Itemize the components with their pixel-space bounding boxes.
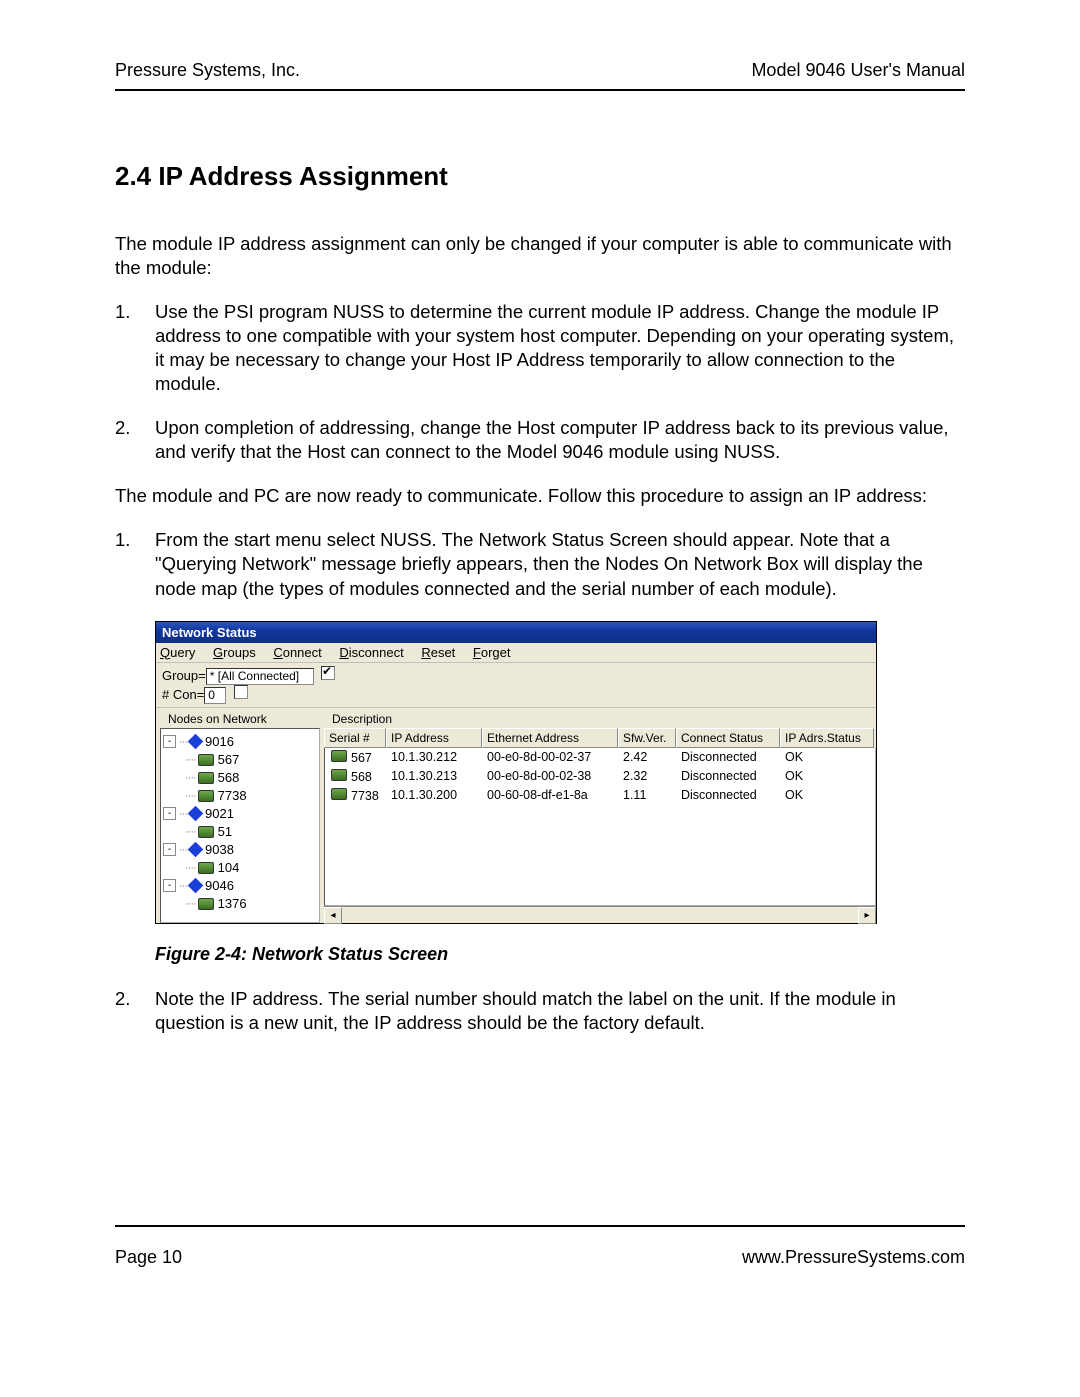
list-c: 2. Note the IP address. The serial numbe… [115,987,965,1035]
list-a: 1. Use the PSI program NUSS to determine… [115,300,965,464]
menu-forget[interactable]: Forget [473,645,511,660]
section-title: 2.4 IP Address Assignment [115,161,965,192]
module-icon [198,862,214,874]
window-toolbar: Group=* [All Connected] # Con=0 [156,663,876,708]
col-serial[interactable]: Serial # [324,728,386,748]
footer-left: Page 10 [115,1247,182,1268]
col-eth[interactable]: Ethernet Address [482,728,618,748]
tree-label: 567 [218,751,240,769]
list-number: 1. [115,528,155,600]
menu-query[interactable]: Query [160,645,195,660]
col-ip[interactable]: IP Address [386,728,482,748]
tree-view[interactable]: -···9016····567····568····7738-···9021··… [160,728,320,923]
window-titlebar: Network Status [156,622,876,643]
tree-node[interactable]: ····567 [163,751,317,769]
group-label: Group= [162,668,206,683]
list-b: 1. From the start menu select NUSS. The … [115,528,965,600]
list-item: 1. From the start menu select NUSS. The … [115,528,965,600]
node-icon [188,806,204,822]
tree-node[interactable]: ····104 [163,859,317,877]
tree-label: 51 [218,823,232,841]
node-icon [188,842,204,858]
col-conn[interactable]: Connect Status [676,728,780,748]
list-text: Note the IP address. The serial number s… [155,987,965,1035]
list-number: 2. [115,987,155,1035]
col-ipstat[interactable]: IP Adrs.Status [780,728,874,748]
pane-labels: Nodes on Network Description [156,708,876,728]
module-icon [331,769,347,781]
col-sfw[interactable]: Sfw.Ver. [618,728,676,748]
network-status-window: Network Status Query Groups Connect Disc… [155,621,877,924]
table-row[interactable]: 56810.1.30.21300-e0-8d-00-02-382.32Disco… [325,767,875,786]
header-right: Model 9046 User's Manual [751,60,965,81]
tree-label: 568 [218,769,240,787]
module-icon [198,772,214,784]
module-icon [198,898,214,910]
tree-label: 1376 [218,895,247,913]
table-row[interactable]: 56710.1.30.21200-e0-8d-00-02-372.42Disco… [325,748,875,767]
footer-right: www.PressureSystems.com [742,1247,965,1268]
list-text: Use the PSI program NUSS to determine th… [155,300,965,396]
page-footer: Page 10 www.PressureSystems.com [115,1225,965,1268]
mid-paragraph: The module and PC are now ready to commu… [115,484,965,508]
figure-caption: Figure 2-4: Network Status Screen [155,944,965,965]
horizontal-scrollbar[interactable]: ◂ ▸ [324,906,876,923]
tree-node[interactable]: ····7738 [163,787,317,805]
module-icon [331,788,347,800]
description-label: Description [332,712,392,726]
con-checkbox[interactable] [234,685,248,699]
list-number: 1. [115,300,155,396]
tree-node[interactable]: -···9038 [163,841,317,859]
module-icon [198,754,214,766]
tree-label: 9021 [205,805,234,823]
window-menubar: Query Groups Connect Disconnect Reset Fo… [156,643,876,663]
scroll-left-icon[interactable]: ◂ [324,907,342,924]
node-icon [188,878,204,894]
module-icon [198,790,214,802]
menu-connect[interactable]: Connect [273,645,321,660]
header-left: Pressure Systems, Inc. [115,60,300,81]
tree-label: 7738 [218,787,247,805]
intro-paragraph: The module IP address assignment can onl… [115,232,965,280]
tree-node[interactable]: ····568 [163,769,317,787]
tree-node[interactable]: ····1376 [163,895,317,913]
list-item: 2. Upon completion of addressing, change… [115,416,965,464]
menu-disconnect[interactable]: Disconnect [339,645,403,660]
list-number: 2. [115,416,155,464]
tree-label: 104 [218,859,240,877]
module-icon [331,750,347,762]
page-header: Pressure Systems, Inc. Model 9046 User's… [115,60,965,91]
scroll-right-icon[interactable]: ▸ [858,907,876,924]
menu-groups[interactable]: Groups [213,645,256,660]
grid-body[interactable]: 56710.1.30.21200-e0-8d-00-02-372.42Disco… [324,748,876,906]
tree-label: 9038 [205,841,234,859]
con-label: # Con= [162,687,204,702]
tree-node[interactable]: ····51 [163,823,317,841]
table-row[interactable]: 773810.1.30.20000-60-08-df-e1-8a1.11Disc… [325,786,875,805]
list-text: From the start menu select NUSS. The Net… [155,528,965,600]
node-icon [188,734,204,750]
menu-reset[interactable]: Reset [421,645,455,660]
tree-label: 9016 [205,733,234,751]
grid-header: Serial # IP Address Ethernet Address Sfw… [324,728,876,748]
nodes-label: Nodes on Network [162,712,332,726]
con-field[interactable]: 0 [204,687,226,704]
tree-label: 9046 [205,877,234,895]
tree-node[interactable]: -···9021 [163,805,317,823]
module-icon [198,826,214,838]
group-field[interactable]: * [All Connected] [206,668,314,685]
list-text: Upon completion of addressing, change th… [155,416,965,464]
list-item: 2. Note the IP address. The serial numbe… [115,987,965,1035]
group-checkbox[interactable] [321,666,335,680]
tree-node[interactable]: -···9046 [163,877,317,895]
list-item: 1. Use the PSI program NUSS to determine… [115,300,965,396]
tree-node[interactable]: -···9016 [163,733,317,751]
grid-pane: Serial # IP Address Ethernet Address Sfw… [324,728,876,923]
window-main: -···9016····567····568····7738-···9021··… [156,728,876,923]
